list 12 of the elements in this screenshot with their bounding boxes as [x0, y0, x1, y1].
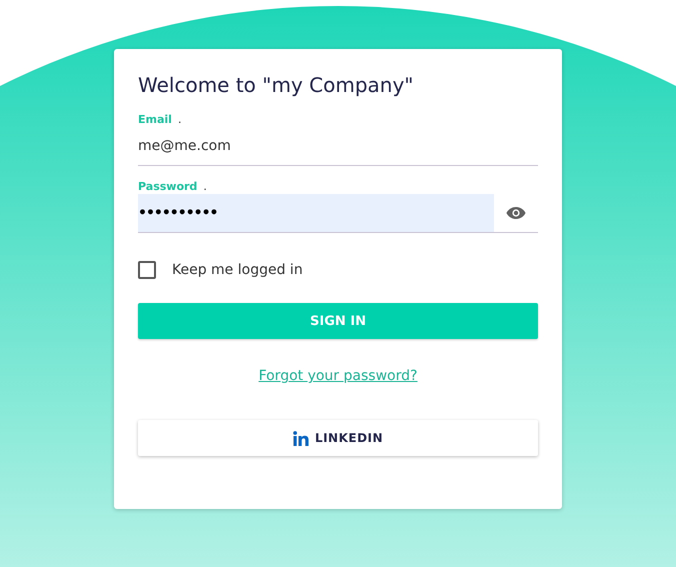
required-mark: . — [178, 112, 182, 126]
welcome-title: Welcome to "my Company" — [138, 73, 414, 97]
checkbox[interactable] — [138, 261, 156, 279]
linkedin-button[interactable]: LINKEDIN — [138, 420, 538, 456]
password-field[interactable]: •••••••••• — [138, 194, 494, 232]
required-mark: . — [203, 180, 207, 192]
field-label: Email — [138, 112, 172, 126]
eye-icon[interactable] — [506, 206, 526, 220]
checkbox-label[interactable]: Keep me logged in — [172, 262, 303, 278]
email-field[interactable]: me@me.com — [138, 127, 538, 165]
linkedin-icon — [292, 430, 309, 446]
field-label: Password — [138, 180, 198, 192]
